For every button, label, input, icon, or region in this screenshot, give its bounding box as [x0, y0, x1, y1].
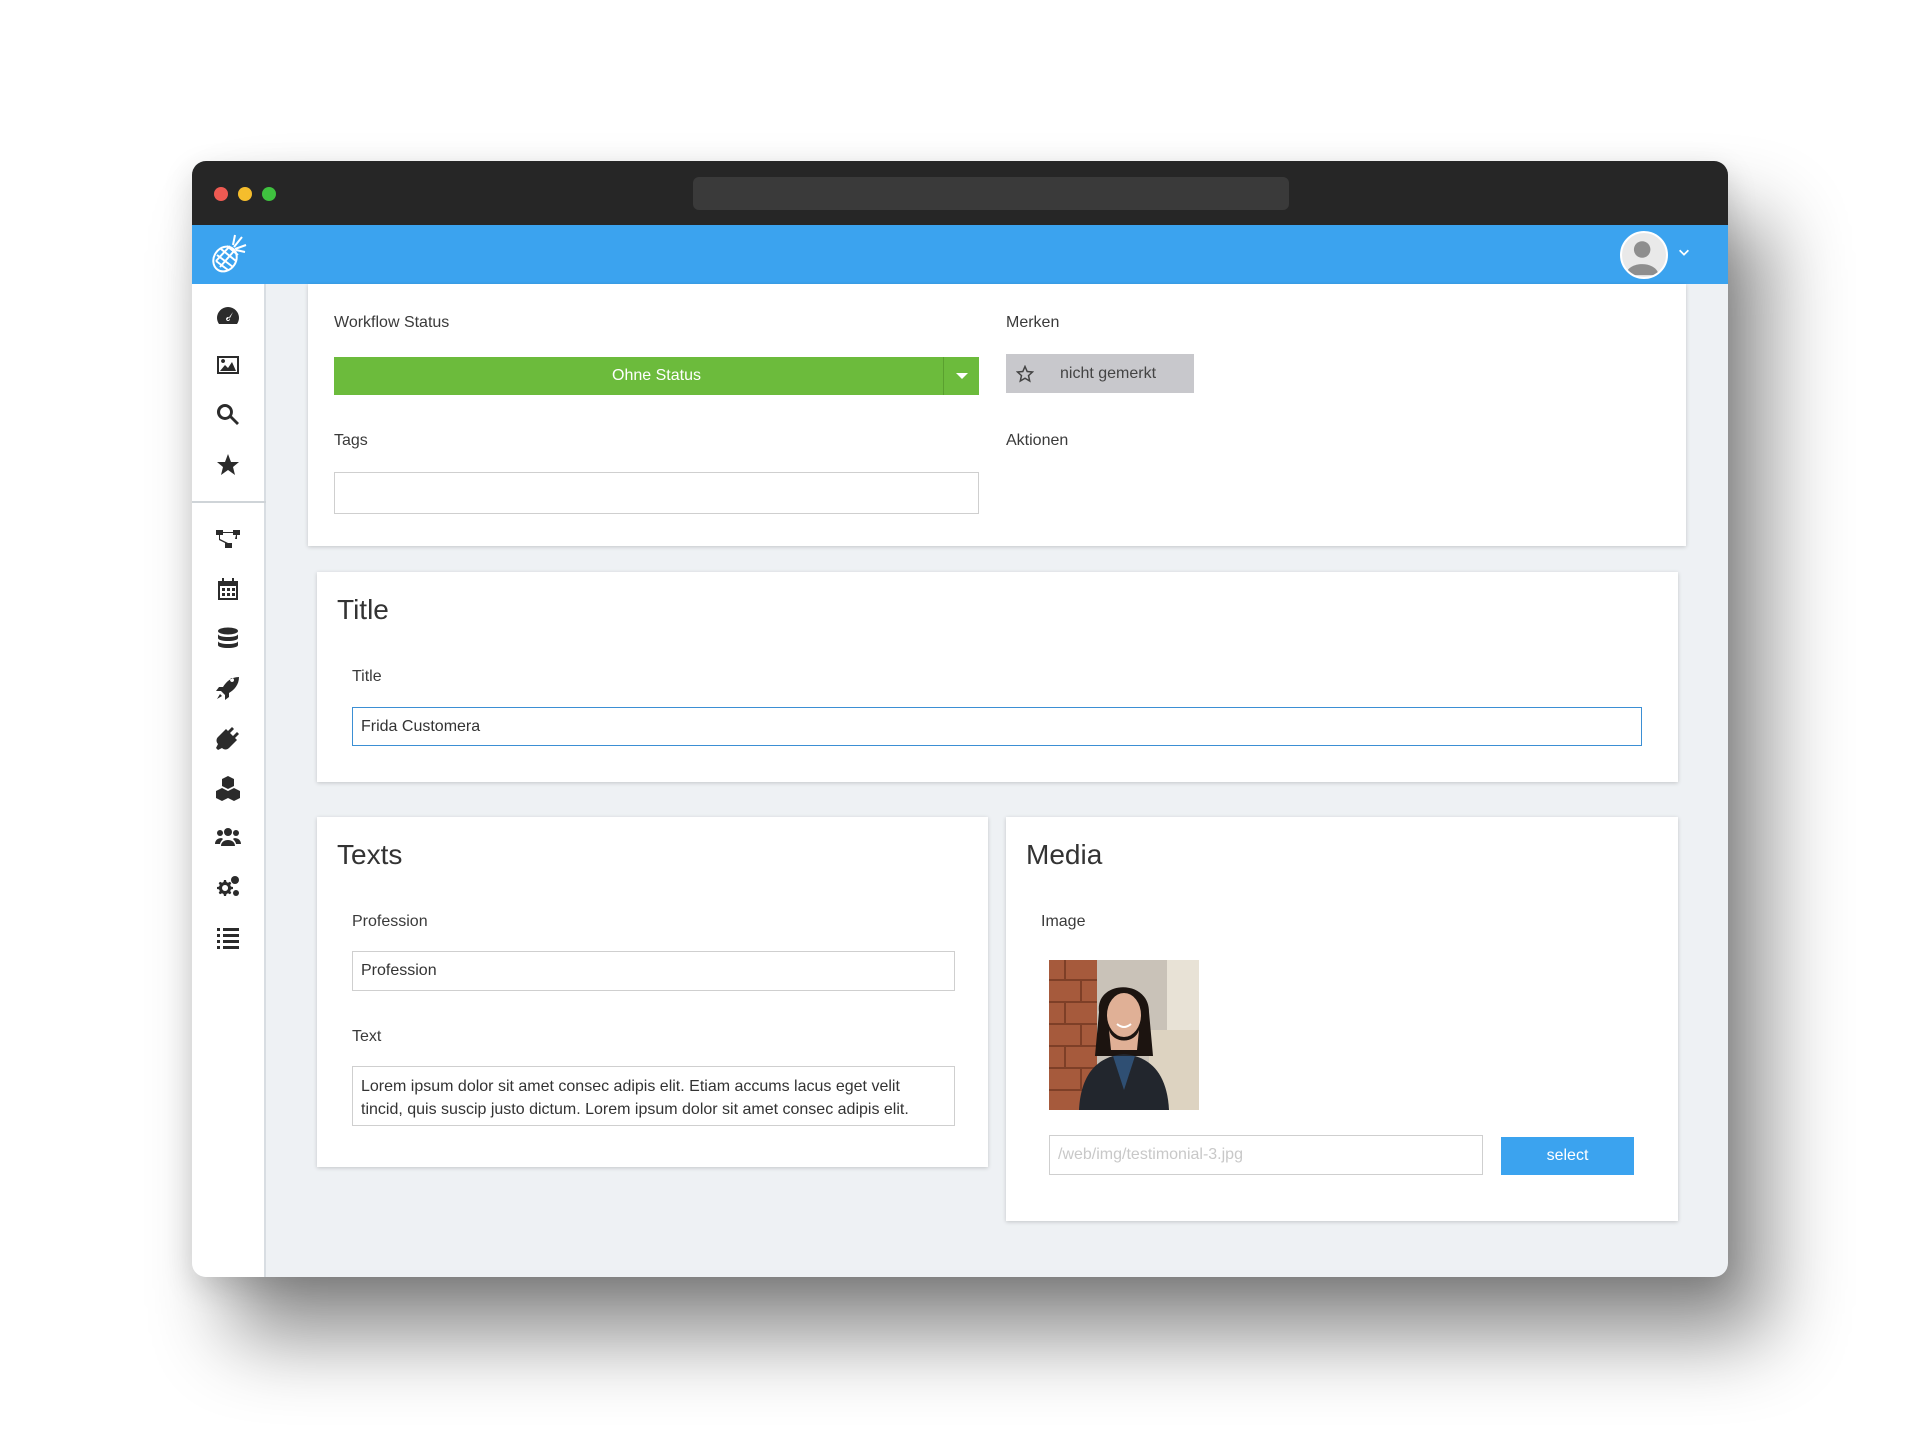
- sitemap-icon[interactable]: [213, 524, 243, 554]
- title-section: Title Title Frida Customera: [317, 572, 1678, 782]
- database-icon[interactable]: [213, 624, 243, 654]
- select-image-button[interactable]: select: [1501, 1137, 1634, 1175]
- image-icon[interactable]: [213, 350, 243, 380]
- address-bar[interactable]: [693, 177, 1289, 210]
- section-heading-media: Media: [1026, 839, 1103, 870]
- image-label: Image: [1041, 913, 1086, 930]
- merken-label: Merken: [1006, 314, 1060, 331]
- users-icon[interactable]: [213, 822, 243, 852]
- sidebar-divider: [192, 501, 266, 503]
- cubes-icon[interactable]: [213, 773, 243, 803]
- search-icon[interactable]: [213, 400, 243, 430]
- workflow-status-dropdown[interactable]: Ohne Status: [334, 357, 979, 395]
- user-avatar[interactable]: [1620, 231, 1668, 279]
- cogs-icon[interactable]: [213, 872, 243, 902]
- section-heading-texts: Texts: [337, 839, 403, 870]
- meta-panel: Workflow Status Ohne Status Merken nicht…: [308, 284, 1686, 546]
- tags-input[interactable]: [334, 472, 979, 514]
- plug-icon[interactable]: [213, 723, 243, 753]
- close-window-button[interactable]: [214, 187, 228, 201]
- star-outline-icon: [1016, 364, 1034, 383]
- pineapple-logo-icon[interactable]: [208, 233, 250, 275]
- list-icon[interactable]: [213, 922, 243, 952]
- text-label: Text: [352, 1028, 382, 1045]
- chevron-down-icon[interactable]: [943, 357, 979, 395]
- browser-titlebar: [192, 161, 1728, 225]
- text-textarea[interactable]: Lorem ipsum dolor sit amet consec adipis…: [352, 1066, 955, 1126]
- profession-label: Profession: [352, 913, 428, 930]
- star-icon[interactable]: [213, 450, 243, 480]
- testimonial-photo: [1049, 960, 1199, 1110]
- profession-input[interactable]: Profession: [352, 951, 955, 991]
- aktionen-label: Aktionen: [1006, 432, 1069, 449]
- image-path-input[interactable]: /web/img/testimonial-3.jpg: [1049, 1135, 1483, 1175]
- browser-window: Workflow Status Ohne Status Merken nicht…: [192, 161, 1728, 1277]
- calendar-icon[interactable]: [213, 574, 243, 604]
- tags-label: Tags: [334, 432, 368, 449]
- chevron-down-icon[interactable]: [1676, 245, 1692, 261]
- rocket-icon[interactable]: [213, 673, 243, 703]
- minimize-window-button[interactable]: [238, 187, 252, 201]
- merken-value: nicht gemerkt: [1060, 364, 1157, 382]
- texts-section: Texts Profession Profession Text Lorem i…: [317, 817, 988, 1167]
- maximize-window-button[interactable]: [262, 187, 276, 201]
- title-field-label: Title: [352, 668, 382, 685]
- sidebar-nav: [192, 284, 266, 1277]
- workflow-status-value: Ohne Status: [612, 367, 701, 384]
- media-section: Media Image /web/img/testimonial-3.jpg s…: [1006, 817, 1678, 1221]
- workflow-status-label: Workflow Status: [334, 314, 450, 331]
- dashboard-icon[interactable]: [213, 301, 243, 331]
- bookmark-toggle-button[interactable]: nicht gemerkt: [1006, 354, 1194, 393]
- section-heading-title: Title: [337, 594, 389, 625]
- app-header: [192, 225, 1728, 284]
- title-input[interactable]: Frida Customera: [352, 707, 1642, 746]
